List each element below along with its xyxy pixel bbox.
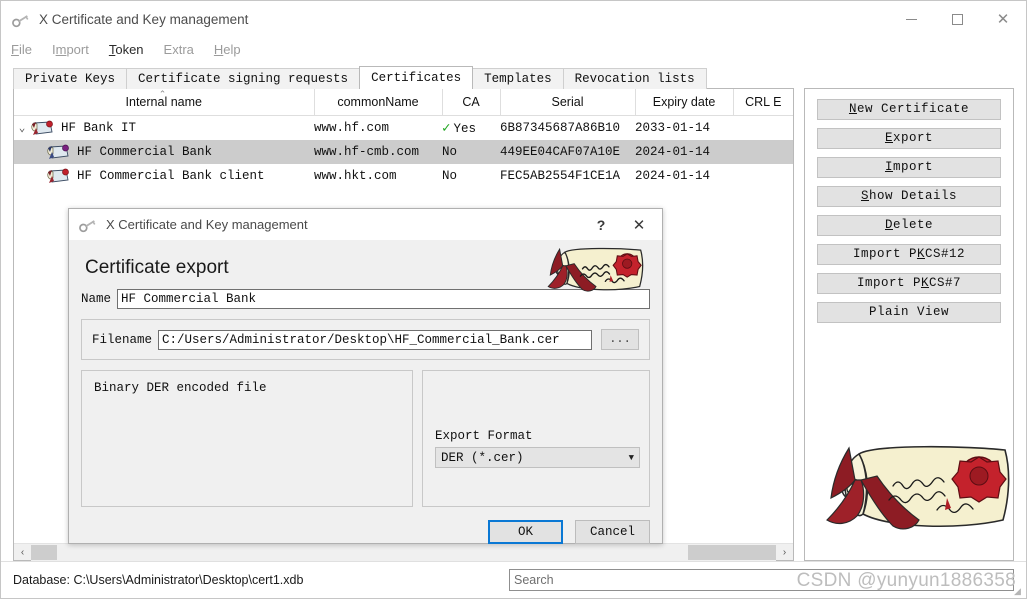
menubar: File Import Token Extra Help (1, 38, 1026, 60)
cell-expiry: 2033-01-14 (635, 121, 711, 135)
cancel-button[interactable]: Cancel (575, 520, 650, 544)
cell-ca: No (442, 140, 500, 164)
cell-expiry: 2024-01-14 (635, 169, 711, 183)
tab-private-keys[interactable]: Private Keys (13, 68, 128, 89)
cell-expiry: 2024-01-14 (635, 140, 733, 164)
new-certificate-button[interactable]: New Certificate (817, 99, 1001, 120)
import-pkcs12-button[interactable]: Import PKCS#12 (817, 244, 1001, 265)
filename-group: Filename ... (81, 319, 650, 360)
scroll-left-icon[interactable]: ‹ (14, 544, 31, 561)
certificate-scroll-illustration (819, 442, 1019, 544)
export-format-value: DER (*.cer) (441, 450, 524, 465)
ok-button[interactable]: OK (488, 520, 563, 544)
import-button[interactable]: Import (817, 157, 1001, 178)
dialog-titlebar: X Certificate and Key management ? ✕ (69, 209, 662, 240)
column-header-ca[interactable]: CA (442, 89, 501, 116)
format-description-box: Binary DER encoded file (81, 370, 413, 507)
tab-certificates[interactable]: Certificates (359, 66, 474, 89)
window-titlebar: X Certificate and Key management ✕ (1, 1, 1026, 38)
table-row[interactable]: HF Commercial Bank client www.hkt.com No… (14, 164, 793, 188)
tab-templates[interactable]: Templates (472, 68, 564, 89)
search-input[interactable] (509, 569, 1014, 591)
resize-grip-icon[interactable]: ◢ (1014, 586, 1024, 596)
action-button-panel: New Certificate Export Import Show Detai… (804, 88, 1014, 561)
table-row[interactable]: HF Commercial Bank www.hf-cmb.com No 449… (14, 140, 793, 164)
cell-common-name: www.hkt.com (314, 169, 397, 183)
dialog-body: Certificate export Name HF Commercial Ba… (69, 240, 662, 554)
database-path-label: Database: C:\Users\Administrator\Desktop… (13, 573, 304, 587)
show-details-button[interactable]: Show Details (817, 186, 1001, 207)
menu-import[interactable]: Import (52, 42, 89, 57)
cell-crl-expiry (733, 140, 793, 164)
dialog-action-row: OK Cancel (81, 520, 650, 544)
cell-crl-expiry (733, 116, 793, 141)
certificate-icon (46, 143, 72, 161)
cell-common-name: www.hf-cmb.com (314, 140, 442, 164)
column-header-internal-name[interactable]: ⌃ Internal name (14, 89, 315, 116)
column-header-expiry-date[interactable]: Expiry date (635, 89, 734, 116)
expander-icon[interactable]: ⌄ (14, 121, 30, 135)
table-header-row: ⌃ Internal name commonName CA Serial Exp… (14, 89, 793, 116)
help-button[interactable]: ? (582, 209, 620, 240)
scrollbar-thumb-left[interactable] (31, 544, 57, 560)
cell-common-name: www.hf.com (314, 121, 390, 135)
sort-ascending-icon: ⌃ (158, 89, 167, 99)
certificate-icon (46, 167, 72, 185)
certificate-scroll-illustration (544, 246, 648, 299)
minimize-button[interactable] (888, 1, 934, 38)
tab-certificate-signing-requests[interactable]: Certificate signing requests (126, 68, 361, 89)
window-controls: ✕ (888, 1, 1026, 38)
close-icon: ✕ (996, 11, 1010, 28)
key-icon (11, 11, 31, 29)
name-label: Name (81, 292, 112, 306)
delete-button[interactable]: Delete (817, 215, 1001, 236)
close-button[interactable]: ✕ (980, 1, 1026, 38)
tab-bar: Private Keys Certificate signing request… (13, 66, 1026, 89)
import-pkcs7-button[interactable]: Import PKCS#7 (817, 273, 1001, 294)
certificate-table: ⌃ Internal name commonName CA Serial Exp… (14, 89, 793, 188)
chevron-down-icon: ▼ (628, 452, 634, 463)
filename-input[interactable] (158, 329, 592, 350)
cell-crl-expiry (733, 164, 793, 188)
tab-revocation-lists[interactable]: Revocation lists (562, 68, 707, 89)
certificate-icon (30, 119, 56, 137)
dialog-window-controls: ? ✕ (582, 209, 658, 240)
cell-internal-name: HF Commercial Bank (77, 145, 213, 159)
status-bar: Database: C:\Users\Administrator\Desktop… (1, 561, 1026, 598)
cell-serial: 6B87345687A86B10 (500, 121, 621, 135)
cell-serial: 449EE04CAF07A10E (500, 140, 635, 164)
cell-internal-name: HF Bank IT (61, 121, 137, 135)
column-header-serial[interactable]: Serial (500, 89, 636, 116)
key-icon (78, 216, 98, 234)
scroll-right-icon[interactable]: › (776, 544, 793, 561)
menu-file[interactable]: File (11, 42, 32, 57)
maximize-button[interactable] (934, 1, 980, 38)
column-header-crl-expiry[interactable]: CRL E (733, 89, 793, 116)
certificate-export-dialog: X Certificate and Key management ? ✕ Cer… (68, 208, 663, 544)
dialog-mid-row: Binary DER encoded file Export Format DE… (81, 370, 650, 507)
browse-button[interactable]: ... (601, 329, 639, 350)
search-field-wrapper (509, 569, 1014, 591)
cell-ca: Yes (453, 121, 476, 136)
menu-token[interactable]: Token (109, 42, 144, 57)
export-button[interactable]: Export (817, 128, 1001, 149)
filename-label: Filename (92, 332, 153, 347)
cell-internal-name: HF Commercial Bank client (77, 169, 265, 183)
format-description-text: Binary DER encoded file (94, 381, 267, 395)
dialog-close-button[interactable]: ✕ (620, 209, 658, 240)
scrollbar-thumb[interactable] (688, 544, 776, 560)
menu-extra[interactable]: Extra (164, 42, 194, 57)
table-row[interactable]: ⌄ HF Bank IT www.hf.com ✓ Yes 6B87345687… (14, 116, 793, 141)
column-header-common-name[interactable]: commonName (314, 89, 443, 116)
menu-help[interactable]: Help (214, 42, 241, 57)
export-format-box: Export Format DER (*.cer) ▼ (422, 370, 650, 507)
cell-ca: No (442, 169, 458, 183)
cell-serial: FEC5AB2554F1CE1A (500, 169, 621, 183)
dialog-title: X Certificate and Key management (106, 217, 308, 232)
window-title: X Certificate and Key management (39, 12, 249, 27)
export-format-label: Export Format (435, 429, 533, 443)
export-format-select[interactable]: DER (*.cer) ▼ (435, 447, 640, 468)
plain-view-button[interactable]: Plain View (817, 302, 1001, 323)
ca-check-icon: ✓ (442, 120, 451, 137)
